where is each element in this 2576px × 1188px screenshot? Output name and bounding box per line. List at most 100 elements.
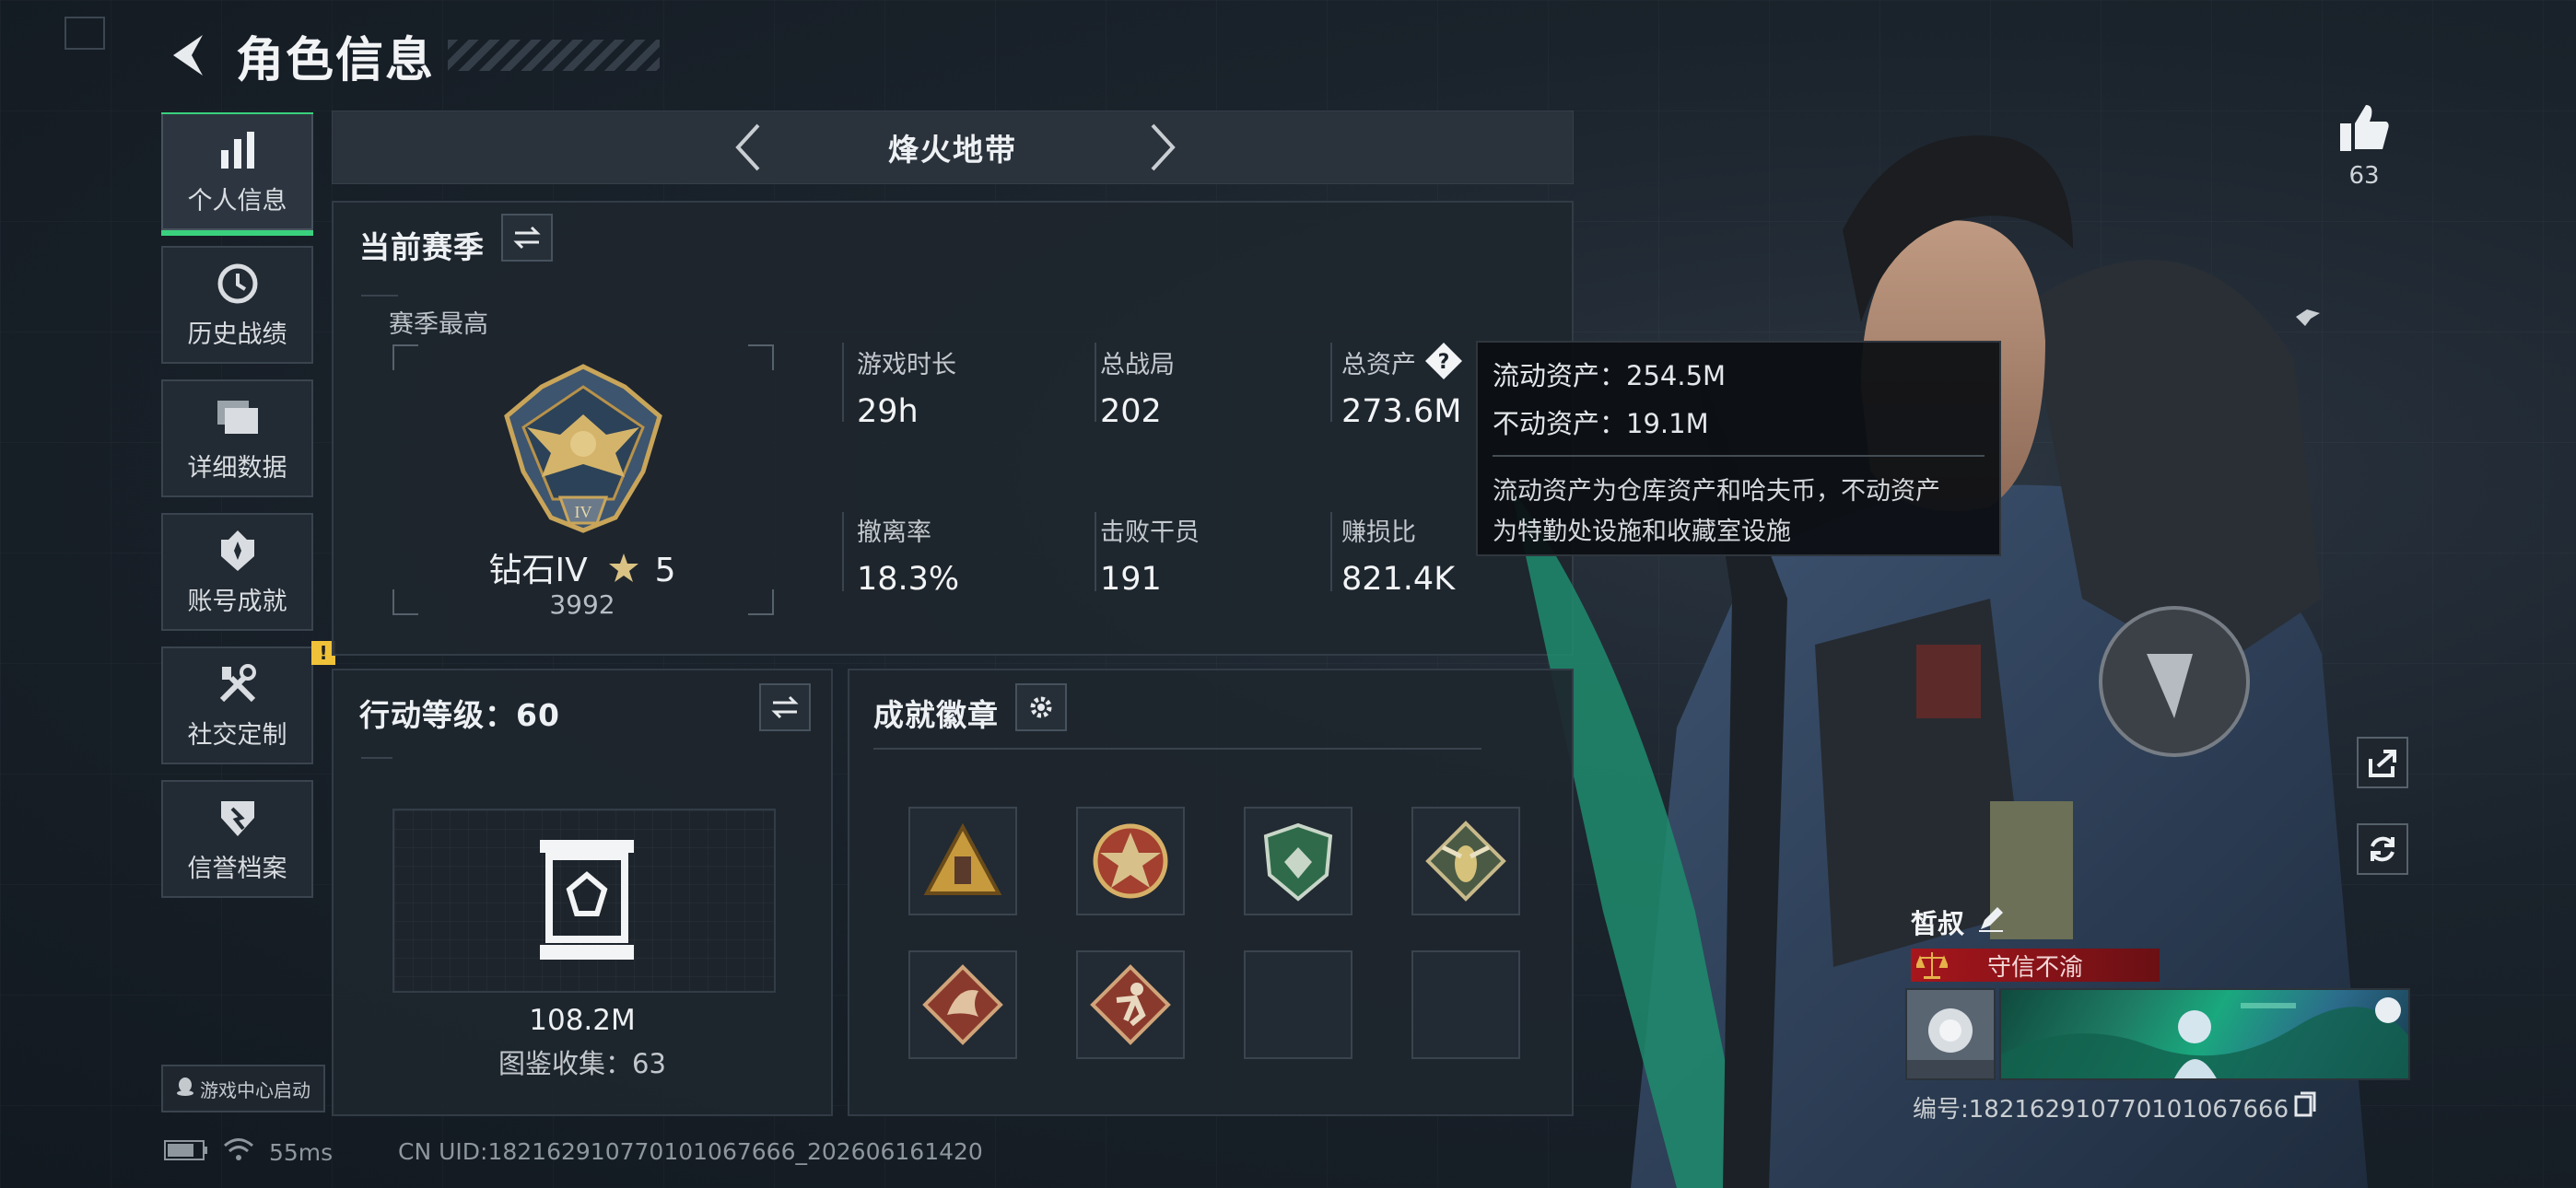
page-header: 角色信息 <box>164 28 661 88</box>
divider <box>842 343 844 422</box>
switch-level-button[interactable] <box>759 683 811 731</box>
page-title: 角色信息 <box>236 32 436 88</box>
stat-label: 赚损比 <box>1341 518 1416 547</box>
nav-item-detail-data[interactable]: 详细数据 <box>161 379 313 497</box>
uid-text: CN UID:18216291077010106​7666_2026061614… <box>398 1138 983 1165</box>
star-icon <box>607 552 640 593</box>
motto-banner: 守信不渝 <box>1911 949 2160 982</box>
ping-value: 55ms <box>269 1138 334 1166</box>
pencil-icon <box>1979 906 2004 932</box>
divider <box>842 512 844 591</box>
badge-runner-icon[interactable] <box>1076 950 1185 1059</box>
edit-name-button[interactable] <box>1977 905 2005 939</box>
swap-icon <box>513 226 541 250</box>
stat-value: 821.4K <box>1341 561 1456 598</box>
status-bar: 55ms <box>164 1138 333 1166</box>
liquid-assets: 流动资产：254.5M <box>1493 360 1727 391</box>
badge-wasp-icon[interactable] <box>1411 807 1520 915</box>
stat-value: 191 <box>1100 561 1162 598</box>
rank-emblem-icon: IV <box>496 361 671 540</box>
chevron-left-icon <box>735 123 760 171</box>
folders-icon <box>216 394 260 440</box>
prev-mode-button[interactable] <box>725 123 771 171</box>
collection-count: 图鉴收集：63 <box>498 1048 666 1079</box>
stat-label: 总战局 <box>1100 351 1175 379</box>
season-best-label: 赛季最高 <box>389 310 488 339</box>
divider <box>1330 343 1332 422</box>
nav-item-personal-info[interactable]: 个人信息 <box>161 112 313 236</box>
bar-chart-icon <box>219 127 256 173</box>
tools-icon <box>217 661 259 707</box>
nav-label: 社交定制 <box>187 720 287 750</box>
share-button[interactable] <box>2357 737 2408 788</box>
stat-value: 202 <box>1100 393 1162 430</box>
mode-selector: 烽火地带 <box>332 111 1574 184</box>
nav-item-achievements[interactable]: 账号成就 <box>161 513 313 631</box>
side-nav: 个人信息 历史战绩 详细数据 账号成就 社交定制 ! 信誉档案 <box>161 112 335 914</box>
stat-total-matches: 总战局 202 <box>1100 344 1175 430</box>
history-icon <box>217 261 259 307</box>
stat-profit-ratio: 赚损比 821.4K <box>1341 512 1455 598</box>
nav-label: 信誉档案 <box>187 854 287 883</box>
stat-extract-rate: 撤离率 18.3% <box>857 512 959 598</box>
back-button[interactable] <box>164 29 210 81</box>
player-id-row: 编号:18216291077010106​7666 <box>1913 1090 2316 1124</box>
rank-stars: 5 <box>654 552 676 589</box>
like-count: 63 <box>2348 162 2380 190</box>
tooltip-divider <box>1493 455 1985 457</box>
thumbs-up-icon <box>2340 105 2389 151</box>
season-panel: 当前赛季 赛季最高 IV 钻石IV 5 3992 游戏时长 29h 总战局 20… <box>332 201 1574 656</box>
nav-item-history[interactable]: 历史战绩 <box>161 246 313 364</box>
badge-dragon-icon[interactable] <box>908 950 1017 1059</box>
launch-label: 游戏中心启动 <box>200 1078 310 1101</box>
badge-settings-button[interactable] <box>1015 683 1067 731</box>
badge-shield-icon[interactable] <box>1244 807 1352 915</box>
stat-value: 29h <box>857 393 919 430</box>
rotate-button[interactable] <box>2357 823 2408 875</box>
divider <box>1095 512 1096 591</box>
collection-value: 108.2M <box>529 1004 636 1037</box>
avatar[interactable] <box>1905 988 1996 1080</box>
tooltip-desc-line1: 流动资产为仓库资产和哈夫币，不动资产 <box>1493 477 1940 506</box>
copy-button[interactable] <box>2294 1091 2316 1124</box>
collection-display <box>392 809 776 993</box>
empty-badge-slot[interactable] <box>1411 950 1520 1059</box>
nav-label: 详细数据 <box>187 453 287 483</box>
gear-icon <box>1030 696 1052 718</box>
divider <box>1095 343 1096 422</box>
next-mode-button[interactable] <box>1140 123 1186 171</box>
nav-item-social[interactable]: 社交定制 ! <box>161 641 335 764</box>
badges-title: 成就徽章 <box>873 697 999 733</box>
switch-season-button[interactable] <box>501 214 553 262</box>
credit-shield-icon <box>219 795 256 841</box>
level-panel: 行动等级：60 108.2M 图鉴收集：63 <box>332 669 833 1116</box>
nav-label: 账号成就 <box>187 587 287 616</box>
back-arrow-icon <box>173 35 203 76</box>
corner-decoration <box>64 17 105 50</box>
wifi-icon <box>223 1137 254 1167</box>
badge-star-icon[interactable] <box>1076 807 1185 915</box>
stat-value: 18.3% <box>857 561 960 598</box>
profile-banner[interactable] <box>1999 988 2410 1080</box>
assets-tooltip: 流动资产：254.5M 不动资产：19.1M 流动资产为仓库资产和哈夫币，不动资… <box>1476 341 2001 556</box>
player-name: 皙叔 <box>1911 908 1965 939</box>
collection-case-icon <box>536 838 638 967</box>
help-icon[interactable]: ? <box>1423 341 1464 381</box>
fixed-assets: 不动资产：19.1M <box>1493 408 1709 439</box>
frame-corner <box>748 344 774 370</box>
rank-line: 钻石IV 5 <box>334 543 831 593</box>
empty-badge-slot[interactable] <box>1244 950 1352 1059</box>
bird-decoration-icon <box>2294 306 2322 332</box>
title-decoration <box>448 40 661 71</box>
nav-label: 个人信息 <box>187 186 287 215</box>
nav-item-credit[interactable]: 信誉档案 <box>161 780 313 898</box>
achievement-icon <box>219 528 256 574</box>
stat-label: 击败干员 <box>1100 518 1200 547</box>
rank-name: 钻石IV <box>488 552 588 589</box>
nav-label: 历史战绩 <box>187 320 287 349</box>
game-center-launch-button[interactable]: 游戏中心启动 <box>161 1065 325 1112</box>
frame-corner <box>392 344 418 370</box>
badge-triangle-icon[interactable] <box>908 807 1017 915</box>
decor-rule <box>873 748 1481 750</box>
like-button[interactable]: 63 <box>2331 103 2397 190</box>
